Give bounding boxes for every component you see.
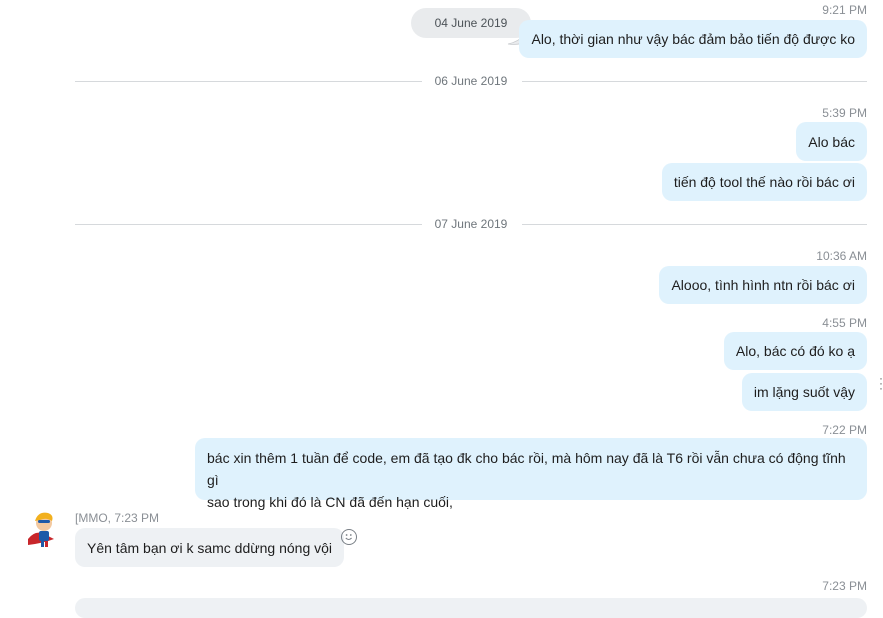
message-line: sao trong khi đó là CN đã đến hạn cuối, [207,494,453,510]
message-timestamp: 7:22 PM [822,423,867,437]
avatar-superhero-icon [28,512,54,547]
outgoing-message[interactable]: Alooo, tình hình ntn rồi bác ơi [659,266,867,304]
outgoing-message[interactable]: Alo bác [796,122,867,161]
message-timestamp: 7:23 PM [822,579,867,593]
incoming-message[interactable] [75,598,867,618]
message-timestamp: 4:55 PM [822,316,867,330]
outgoing-message[interactable]: tiến độ tool thế nào rồi bác ơi [661,163,867,201]
sender-name: [MMO, 7:23 PM [75,511,160,525]
incoming-message[interactable]: Yên tâm bạn ơi k samc ddừng nóng vội [75,528,345,567]
outgoing-message[interactable]: im lặng suốt vậy [741,373,867,411]
outgoing-message[interactable]: Alo, bác có đó ko ạ [723,332,867,370]
message-timestamp: 5:39 PM [822,106,867,120]
message-timestamp: 9:21 PM [822,3,867,17]
scroll-handle-icon[interactable]: · · · [879,372,883,394]
message-timestamp: 10:36 AM [816,249,867,263]
date-divider: 06 June 2019 [75,74,867,88]
outgoing-message[interactable]: Alo, thời gian như vậy bác đảm bảo tiến … [519,20,867,58]
date-divider-label: 06 June 2019 [434,74,508,88]
smiley-reaction-icon[interactable] [341,529,357,545]
date-divider-label: 07 June 2019 [434,217,508,231]
date-divider: 07 June 2019 [75,217,867,231]
outgoing-message[interactable]: bác xin thêm 1 tuần để code, em đã tạo đ… [195,438,867,510]
message-line: bác xin thêm 1 tuần để code, em đã tạo đ… [207,450,846,488]
